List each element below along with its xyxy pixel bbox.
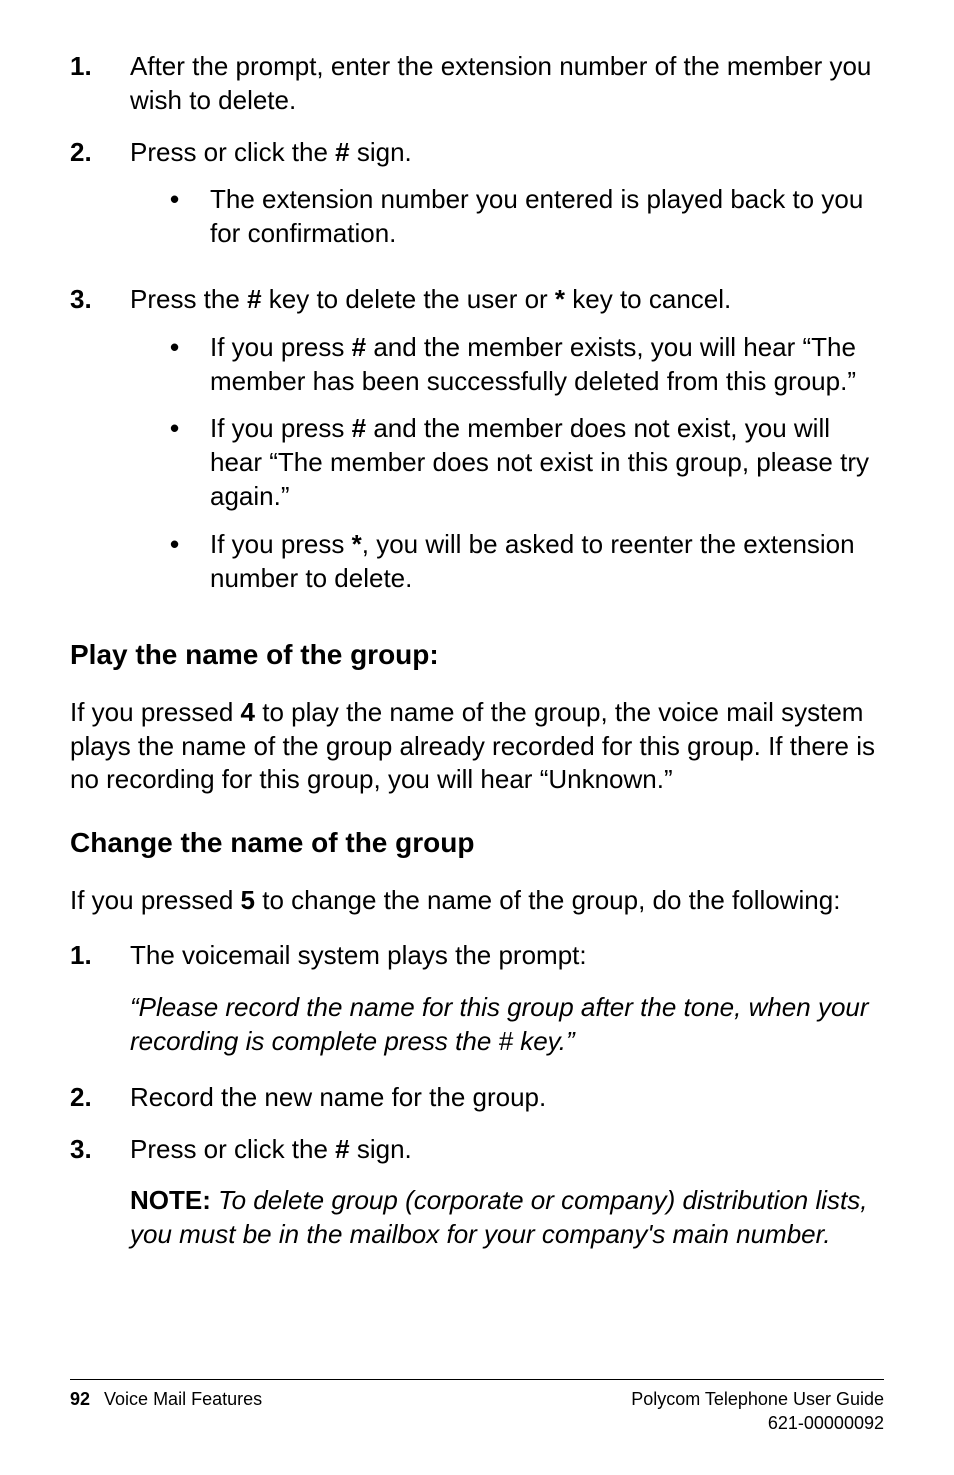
bold-key: *	[555, 284, 565, 314]
note-label: NOTE:	[130, 1185, 211, 1215]
text-part: Press or click the	[130, 137, 335, 167]
text-part: sign.	[350, 1134, 412, 1164]
paragraph: If you pressed 4 to play the name of the…	[70, 696, 884, 797]
bullet-icon: •	[170, 331, 210, 399]
bullet-icon: •	[170, 183, 210, 251]
text-part: If you press	[210, 529, 352, 559]
item-number: 1.	[70, 939, 130, 973]
text-part: If you pressed	[70, 885, 241, 915]
item-text: Press or click the # sign. • The extensi…	[130, 136, 884, 265]
footer-divider	[70, 1379, 884, 1380]
bold-key: #	[335, 137, 349, 167]
list-item: 1. After the prompt, enter the extension…	[70, 50, 884, 118]
footer-right: Polycom Telephone User Guide 621-0000009…	[631, 1388, 884, 1435]
bold-key: 5	[241, 885, 255, 915]
numbered-list-1: 1. After the prompt, enter the extension…	[70, 50, 884, 609]
item-text: After the prompt, enter the extension nu…	[130, 50, 884, 118]
note-block: NOTE: To delete group (corporate or comp…	[70, 1184, 884, 1252]
text-part: to change the name of the group, do the …	[255, 885, 840, 915]
item-number: 3.	[70, 283, 130, 609]
bold-key: #	[352, 332, 366, 362]
bullet-item: • The extension number you entered is pl…	[130, 183, 884, 251]
heading-play-name: Play the name of the group:	[70, 637, 884, 673]
numbered-list-2: 1. The voicemail system plays the prompt…	[70, 939, 884, 1252]
footer-docnum: 621-00000092	[631, 1412, 884, 1435]
item-number: 2.	[70, 1081, 130, 1115]
bold-key: #	[352, 413, 366, 443]
bullet-item: • If you press # and the member does not…	[130, 412, 884, 513]
note-text: To delete group (corporate or company) d…	[130, 1185, 867, 1249]
bullet-item: • If you press # and the member exists, …	[130, 331, 884, 399]
page-footer: 92 Voice Mail Features Polycom Telephone…	[70, 1379, 884, 1435]
bullet-text: If you press *, you will be asked to ree…	[210, 528, 884, 596]
footer-row: 92 Voice Mail Features Polycom Telephone…	[70, 1388, 884, 1435]
paragraph: If you pressed 5 to change the name of t…	[70, 884, 884, 918]
bullet-icon: •	[170, 528, 210, 596]
list-item: 3. Press the # key to delete the user or…	[70, 283, 884, 609]
item-number: 1.	[70, 50, 130, 118]
text-part: If you pressed	[70, 697, 241, 727]
bold-key: #	[335, 1134, 349, 1164]
text-part: key to cancel.	[565, 284, 731, 314]
bullet-icon: •	[170, 412, 210, 513]
bold-key: #	[247, 284, 261, 314]
footer-section: Voice Mail Features	[104, 1388, 262, 1435]
text-part: Press or click the	[130, 1134, 335, 1164]
bullet-text: The extension number you entered is play…	[210, 183, 884, 251]
item-text: Press or click the # sign.	[130, 1133, 884, 1167]
item-number: 3.	[70, 1133, 130, 1167]
footer-guide: Polycom Telephone User Guide	[631, 1388, 884, 1411]
quoted-prompt: “Please record the name for this group a…	[70, 991, 884, 1059]
list-item: 2. Record the new name for the group.	[70, 1081, 884, 1115]
item-text: The voicemail system plays the prompt:	[130, 939, 884, 973]
item-text: Press the # key to delete the user or * …	[130, 283, 884, 609]
bullet-item: • If you press *, you will be asked to r…	[130, 528, 884, 596]
bullet-text: If you press # and the member does not e…	[210, 412, 884, 513]
item-text: Record the new name for the group.	[130, 1081, 884, 1115]
page-number: 92	[70, 1388, 90, 1435]
bullet-text: If you press # and the member exists, yo…	[210, 331, 884, 399]
text-part: If you press	[210, 332, 352, 362]
bold-key: *	[352, 529, 362, 559]
list-item: 3. Press or click the # sign.	[70, 1133, 884, 1167]
text-part: sign.	[350, 137, 412, 167]
text-part: If you press	[210, 413, 352, 443]
bold-key: 4	[241, 697, 255, 727]
text-part: key to delete the user or	[262, 284, 555, 314]
heading-change-name: Change the name of the group	[70, 825, 884, 861]
list-item: 1. The voicemail system plays the prompt…	[70, 939, 884, 973]
list-item: 2. Press or click the # sign. • The exte…	[70, 136, 884, 265]
item-number: 2.	[70, 136, 130, 265]
text-part: Press the	[130, 284, 247, 314]
footer-left: 92 Voice Mail Features	[70, 1388, 262, 1435]
